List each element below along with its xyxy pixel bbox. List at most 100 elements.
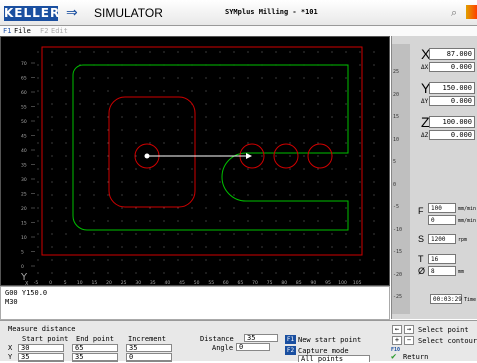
end-x[interactable]: 65: [72, 344, 118, 352]
f1-key[interactable]: F1: [285, 335, 296, 344]
grid-dot: [149, 272, 151, 274]
grid-dot: [233, 272, 235, 274]
grid-dot: [121, 116, 123, 118]
ruler-tick-label: 10: [393, 136, 400, 143]
grid-dot: [107, 129, 109, 131]
grid-dot: [345, 181, 347, 183]
inc-y[interactable]: 0: [126, 353, 172, 361]
grid-dot: [163, 272, 165, 274]
grid-dot: [163, 77, 165, 79]
grid-dot: [205, 77, 207, 79]
return-button[interactable]: Return: [403, 353, 428, 361]
grid-dot: [79, 259, 81, 261]
y-tick-label: 50: [21, 119, 27, 125]
grid-dot: [247, 207, 249, 209]
grid-dot: [233, 103, 235, 105]
grid-dot: [79, 51, 81, 53]
grid-dot: [359, 155, 361, 157]
check-icon[interactable]: ✔: [391, 353, 396, 362]
grid-dot: [121, 129, 123, 131]
grid-dot: [331, 129, 333, 131]
grid-dot: [149, 220, 151, 222]
grid-dot: [37, 168, 39, 170]
grid-dot: [247, 220, 249, 222]
grid-dot: [163, 194, 165, 196]
arrow-right-icon[interactable]: →: [404, 325, 414, 334]
grid-dot: [51, 207, 53, 209]
grid-dot: [205, 129, 207, 131]
y-tick-label: 30: [21, 177, 27, 183]
new-start-point-button[interactable]: New start point: [298, 336, 361, 344]
grid-dot: [261, 51, 263, 53]
grid-dot: [373, 194, 375, 196]
grid-dot: [275, 194, 277, 196]
grid-dot: [177, 168, 179, 170]
measure-panel: Measure distance Start point End point I…: [0, 320, 477, 363]
select-point-button[interactable]: Select point: [418, 326, 469, 334]
grid-dot: [107, 259, 109, 261]
simulation-canvas[interactable]: 70 65 60 55 50 45 40 35 30 25 20 15 10 5 0 -5 0 5 10 15 20 2…: [0, 36, 390, 287]
select-contour-button[interactable]: Select contour: [418, 337, 477, 345]
exit-icon[interactable]: [466, 5, 477, 19]
grid-dot: [373, 64, 375, 66]
grid-dot: [177, 233, 179, 235]
end-z[interactable]: 0: [72, 361, 118, 362]
grid-dot: [373, 220, 375, 222]
end-y[interactable]: 35: [72, 353, 118, 361]
menu-file[interactable]: File: [14, 26, 31, 36]
grid-dot: [219, 51, 221, 53]
grid-dot: [121, 90, 123, 92]
grid-dot: [163, 129, 165, 131]
grid-dot: [79, 116, 81, 118]
menu-edit[interactable]: Edit: [51, 26, 68, 36]
start-z[interactable]: 0: [18, 361, 64, 362]
ruler-tick-label: 25: [393, 69, 400, 75]
grid-dot: [303, 116, 305, 118]
grid-dot: [261, 272, 263, 274]
dx-value: 0.000: [429, 62, 475, 72]
grid-dot: [275, 77, 277, 79]
grid-dot: [373, 142, 375, 144]
grid-dot: [359, 272, 361, 274]
grid-dot: [331, 103, 333, 105]
grid-dot: [93, 207, 95, 209]
grid-dot: [51, 272, 53, 274]
grid-dot: [79, 220, 81, 222]
capture-mode-button[interactable]: Capture mode: [298, 347, 349, 355]
grid-dot: [261, 129, 263, 131]
grid-dot: [345, 142, 347, 144]
inc-x[interactable]: 35: [126, 344, 172, 352]
grid-dot: [373, 77, 375, 79]
y-tick-label: 70: [21, 61, 27, 67]
grid-dot: [289, 207, 291, 209]
grid-dot: [219, 142, 221, 144]
y-axis-ticks: 7065605550454035302520151050: [21, 61, 35, 270]
search-icon[interactable]: ⌕: [451, 6, 463, 19]
grid-dot: [93, 233, 95, 235]
ruler-tick-label: 5: [393, 159, 397, 165]
grid-dot: [37, 259, 39, 261]
grid-dot: [247, 259, 249, 261]
arrow-left-icon[interactable]: ←: [392, 325, 402, 334]
plus-icon[interactable]: +: [392, 336, 402, 345]
grid-dot: [93, 259, 95, 261]
grid-dot: [289, 77, 291, 79]
grid-dot: [289, 129, 291, 131]
grid-dot: [37, 90, 39, 92]
grid-dot: [149, 168, 151, 170]
keller-logo: KELLER: [4, 6, 61, 21]
grid-dot: [135, 103, 137, 105]
grid-dot: [345, 155, 347, 157]
inc-z[interactable]: 0: [126, 361, 172, 362]
start-y[interactable]: 35: [18, 353, 64, 361]
distance-label: Distance: [200, 335, 234, 343]
grid-dot: [135, 233, 137, 235]
document-title: SYMplus Milling - *101: [225, 8, 318, 16]
minus-icon[interactable]: −: [404, 336, 414, 345]
grid-dot: [177, 51, 179, 53]
grid-dot: [303, 155, 305, 157]
f2-key[interactable]: F2: [285, 346, 296, 355]
grid-dot: [303, 194, 305, 196]
grid-dot: [275, 207, 277, 209]
start-x[interactable]: 30: [18, 344, 64, 352]
